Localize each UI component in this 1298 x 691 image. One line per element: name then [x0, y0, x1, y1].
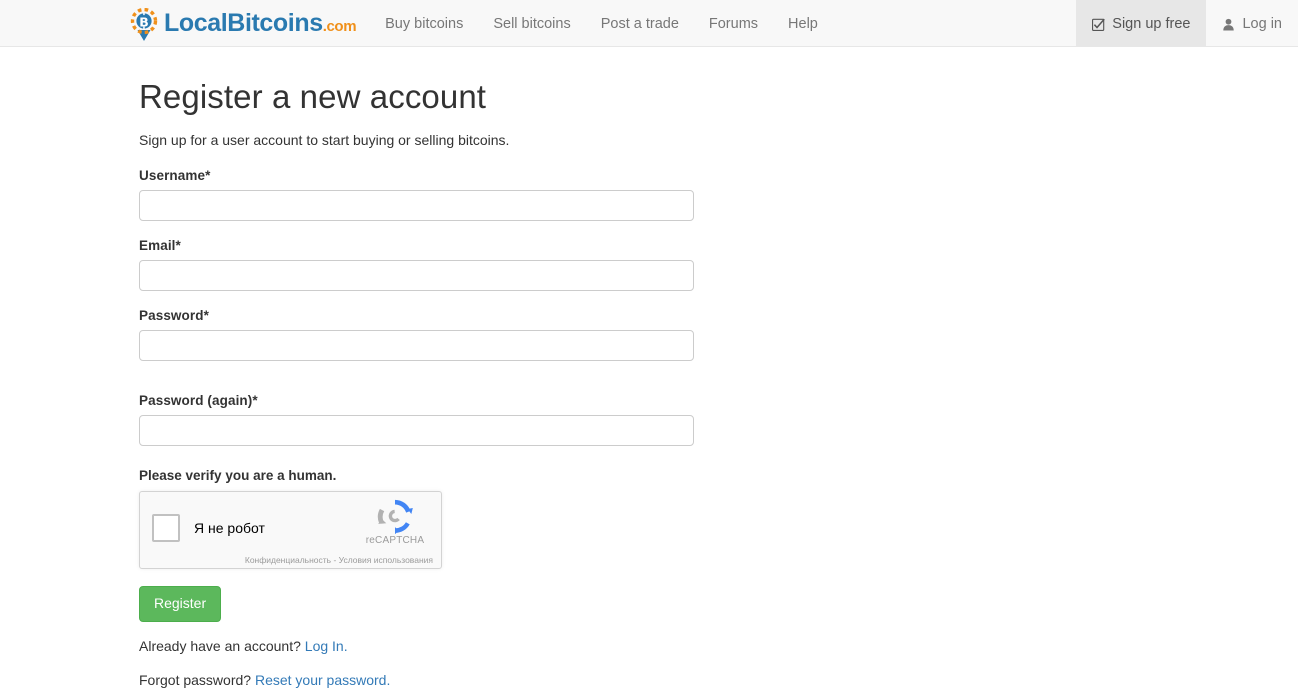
recaptcha-fine-print: Конфиденциальность - Условия использован…: [244, 554, 433, 565]
password-confirm-input[interactable]: [139, 414, 694, 446]
nav-sell-bitcoins-label: Sell bitcoins: [493, 15, 571, 32]
password-input[interactable]: [139, 329, 694, 361]
email-form-group: Email*: [139, 238, 1298, 291]
password-label: Password*: [139, 307, 209, 323]
already-have-account-text: Already have an account? Log In.: [139, 637, 1298, 657]
nav-sell-bitcoins[interactable]: Sell bitcoins: [478, 0, 585, 47]
bitcoin-map-pin-icon: B: [130, 7, 158, 42]
navbar-right-group: Sign up free Log in: [1076, 0, 1298, 47]
recaptcha-branding: reCAPTCHA: [359, 498, 431, 546]
user-icon: [1222, 18, 1235, 31]
nav-buy-bitcoins[interactable]: Buy bitcoins: [370, 0, 478, 47]
password-confirm-form-group: Password (again)*: [139, 393, 1298, 446]
login-button[interactable]: Log in: [1206, 0, 1298, 47]
login-link[interactable]: Log In.: [305, 638, 348, 654]
nav-forums[interactable]: Forums: [694, 0, 773, 47]
already-have-account-prefix: Already have an account?: [139, 637, 305, 654]
password-confirm-label: Password (again)*: [139, 392, 258, 408]
nav-post-a-trade[interactable]: Post a trade: [586, 0, 694, 47]
username-label: Username*: [139, 167, 211, 183]
nav-help[interactable]: Help: [773, 0, 833, 47]
signup-free-label: Sign up free: [1112, 15, 1191, 32]
login-label: Log in: [1242, 15, 1282, 32]
nav-forums-label: Forums: [708, 15, 759, 32]
email-input[interactable]: [139, 259, 694, 291]
brand-tld: .com: [322, 18, 357, 35]
brand-logo-link[interactable]: B LocalBitcoins.com: [130, 0, 370, 47]
page-title: Register a new account: [139, 78, 487, 115]
recaptcha-checkbox-label: Я не робот: [194, 519, 265, 536]
username-form-group: Username*: [139, 168, 1298, 221]
recaptcha-widget[interactable]: Я не робот reCAPTCHA Конфиденциальность …: [139, 490, 442, 569]
forgot-password-text: Forgot password? Reset your password.: [139, 671, 1298, 691]
navbar-left-group: B LocalBitcoins.com Buy bitcoins Sell bi…: [0, 0, 833, 46]
email-label: Email*: [139, 237, 181, 253]
register-button[interactable]: Register: [139, 585, 222, 622]
reset-password-link[interactable]: Reset your password.: [255, 672, 390, 688]
page-subtitle: Sign up for a user account to start buyi…: [139, 132, 510, 149]
password-form-group: Password*: [139, 308, 1298, 361]
nav-post-a-trade-label: Post a trade: [600, 15, 679, 32]
check-square-icon: [1092, 18, 1106, 31]
register-page-content: Register a new account Sign up for a use…: [0, 78, 1298, 691]
recaptcha-refresh-icon: [374, 498, 416, 535]
recaptcha-brand-label: reCAPTCHA: [365, 534, 425, 546]
recaptcha-checkbox[interactable]: [152, 513, 180, 542]
captcha-instruction-label: Please verify you are a human.: [139, 467, 337, 483]
top-navbar: B LocalBitcoins.com Buy bitcoins Sell bi…: [0, 0, 1298, 47]
register-form: Username* Email* Password* Password (aga…: [139, 168, 1298, 622]
username-input[interactable]: [139, 189, 694, 221]
brand-name: LocalBitcoins.com: [164, 9, 357, 37]
signup-free-button[interactable]: Sign up free: [1076, 0, 1207, 47]
forgot-password-prefix: Forgot password?: [139, 672, 255, 689]
nav-help-label: Help: [788, 15, 818, 32]
nav-buy-bitcoins-label: Buy bitcoins: [385, 15, 464, 32]
